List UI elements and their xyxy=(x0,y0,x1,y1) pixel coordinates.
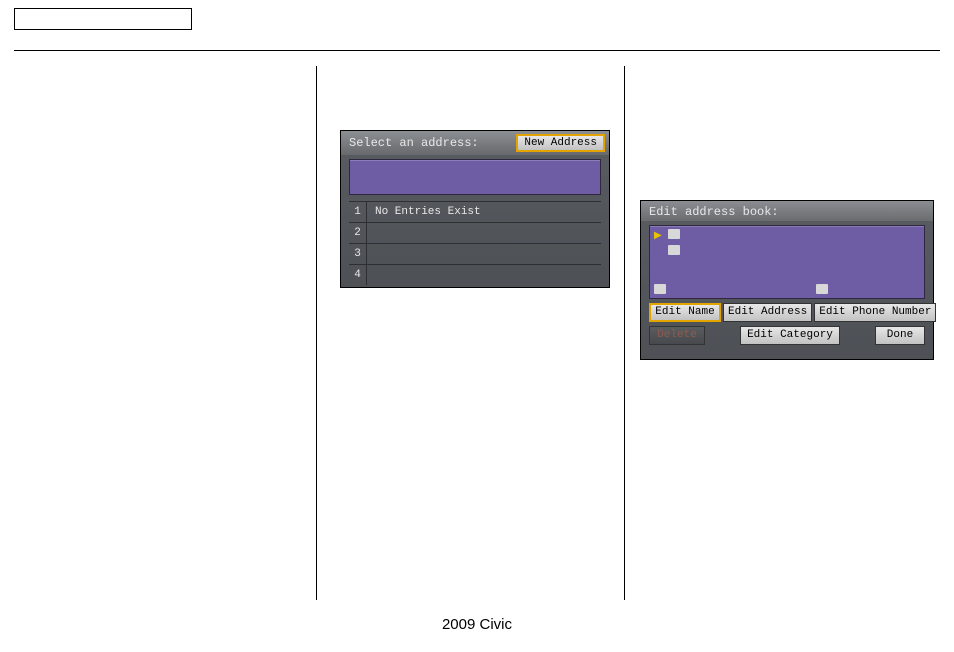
selected-address-display xyxy=(349,159,601,195)
delete-button: Delete xyxy=(649,326,705,345)
row-number: 1 xyxy=(349,202,367,222)
select-address-screen: Select an address: New Address 1 No Entr… xyxy=(340,130,610,288)
category-field-icon xyxy=(816,284,828,294)
screen1-header: Select an address: New Address xyxy=(341,131,609,155)
edit-address-book-title: Edit address book: xyxy=(641,201,933,221)
phone-field-icon xyxy=(654,284,666,294)
edit-address-button[interactable]: Edit Address xyxy=(723,303,812,322)
action-button-row: Delete Edit Category Done xyxy=(649,326,925,345)
row-number: 4 xyxy=(349,265,367,285)
done-button[interactable]: Done xyxy=(875,326,925,345)
edit-category-button[interactable]: Edit Category xyxy=(740,326,840,345)
cursor-arrow-icon: ▶ xyxy=(654,230,662,241)
address-list: 1 No Entries Exist 2 3 4 xyxy=(349,201,601,285)
list-item[interactable]: 1 No Entries Exist xyxy=(349,201,601,222)
name-field-icon xyxy=(668,229,680,239)
new-address-button[interactable]: New Address xyxy=(516,134,605,152)
list-item[interactable]: 4 xyxy=(349,264,601,285)
blank-box xyxy=(14,8,192,30)
edit-address-book-screen: Edit address book: ▶ Edit Name Edit Addr… xyxy=(640,200,934,360)
page-footer: 2009 Civic xyxy=(0,616,954,633)
list-item[interactable]: 2 xyxy=(349,222,601,243)
row-number: 2 xyxy=(349,223,367,243)
spacer: Edit Category xyxy=(707,326,873,345)
column-divider-2 xyxy=(624,66,625,600)
edit-name-button[interactable]: Edit Name xyxy=(649,303,721,322)
horizontal-rule xyxy=(14,50,940,51)
edit-phone-number-button[interactable]: Edit Phone Number xyxy=(814,303,936,322)
list-item[interactable]: 3 xyxy=(349,243,601,264)
select-address-title: Select an address: xyxy=(349,136,479,150)
address-detail-panel: ▶ xyxy=(649,225,925,299)
address-field-icon xyxy=(668,245,680,255)
column-divider-1 xyxy=(316,66,317,600)
row-number: 3 xyxy=(349,244,367,264)
row-value: No Entries Exist xyxy=(367,206,601,218)
edit-button-row: Edit Name Edit Address Edit Phone Number xyxy=(649,303,925,322)
